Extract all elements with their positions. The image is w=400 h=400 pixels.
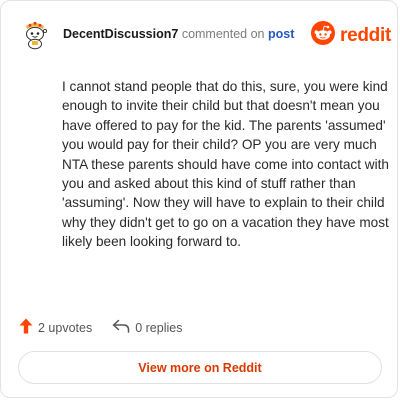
username-link[interactable]: DecentDiscussion7 — [63, 27, 178, 41]
upvotes-stat[interactable]: 2 upvotes — [19, 318, 92, 337]
view-more-on-reddit-button[interactable]: View more on Reddit — [18, 351, 382, 384]
comment-header: DecentDiscussion7 commented on post — [63, 27, 294, 41]
upvote-arrow-icon — [19, 318, 33, 337]
post-link[interactable]: post — [268, 27, 294, 41]
comment-stats: 2 upvotes 0 replies — [19, 318, 182, 337]
commented-on-text: commented on — [181, 27, 265, 41]
reddit-brand-logo[interactable]: reddit — [311, 21, 391, 50]
comment-body: I cannot stand people that do this, sure… — [62, 79, 389, 250]
replies-count: 0 replies — [135, 320, 183, 335]
reddit-comment-card: DecentDiscussion7 commented on post redd… — [0, 0, 398, 398]
replies-stat[interactable]: 0 replies — [112, 319, 182, 336]
upvotes-count: 2 upvotes — [38, 320, 93, 335]
reply-arrow-icon — [112, 319, 130, 336]
reddit-snoo-icon — [311, 21, 335, 50]
user-avatar-icon[interactable] — [18, 17, 52, 51]
reddit-wordmark: reddit — [340, 24, 391, 46]
